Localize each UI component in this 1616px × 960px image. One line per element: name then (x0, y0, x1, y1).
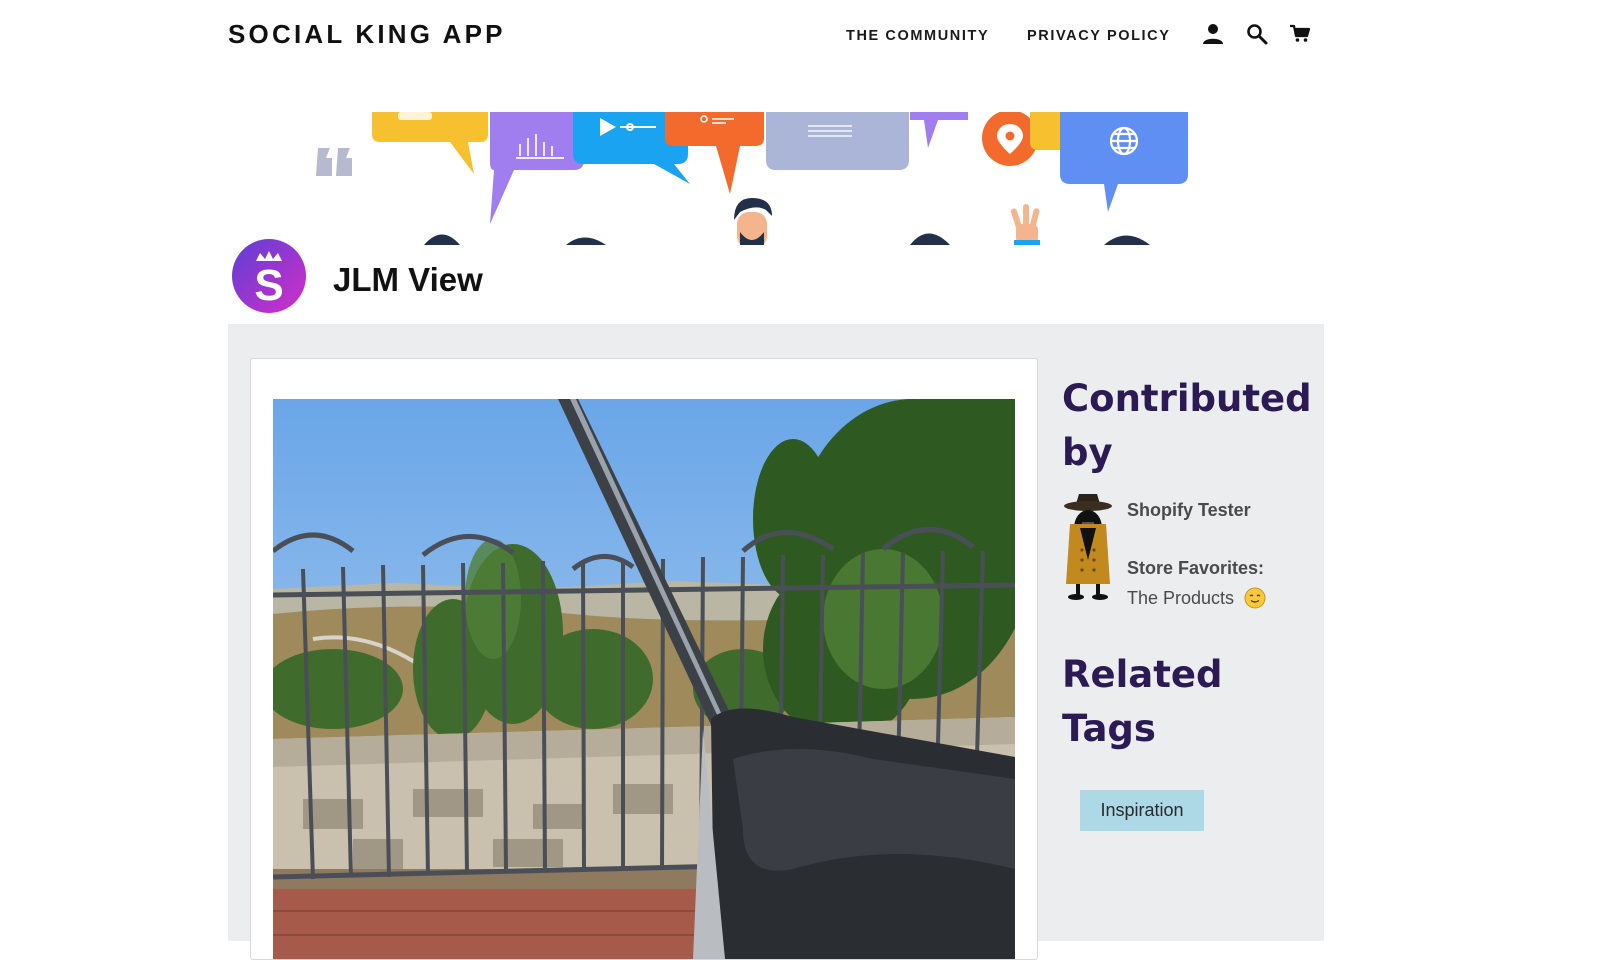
contributed-by-heading: Contributed by (1062, 377, 1312, 474)
related-tags-heading: Related Tags (1062, 653, 1223, 750)
quote-mark-icon (316, 148, 352, 176)
person-illustration (734, 198, 772, 245)
store-favorites-value: The Products (1127, 588, 1235, 608)
smile-emoji-icon (1244, 587, 1266, 609)
contributor-avatar[interactable] (1062, 494, 1114, 600)
store-favorites-label: Store Favorites: (1127, 558, 1265, 578)
community-banner (228, 112, 1324, 245)
logo-letter: S (254, 261, 283, 310)
site-header: SOCIAL KING APP THE COMMUNITY PRIVACY PO… (0, 0, 1616, 72)
app-logo[interactable]: S (232, 239, 306, 313)
nav-link-community[interactable]: THE COMMUNITY (846, 28, 989, 44)
account-icon[interactable] (1201, 22, 1225, 46)
page-title: JLM View (333, 261, 483, 298)
post-photo[interactable] (273, 399, 1015, 959)
contributor-name[interactable]: Shopify Tester (1127, 500, 1251, 521)
post-content: Contributed by Shopify Tester Store Favo… (228, 324, 1324, 960)
search-icon[interactable] (1245, 22, 1269, 46)
nav-link-privacy-policy[interactable]: PRIVACY POLICY (1027, 28, 1171, 44)
tag-inspiration[interactable]: Inspiration (1080, 790, 1204, 831)
photo-card (250, 358, 1038, 960)
site-brand[interactable]: SOCIAL KING APP (228, 19, 506, 50)
cart-icon[interactable] (1288, 22, 1312, 46)
